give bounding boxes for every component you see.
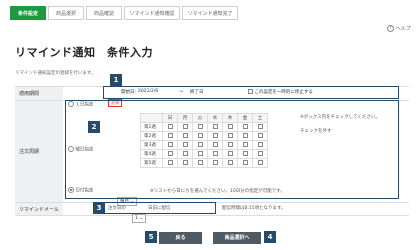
step-tab-product-select: 商品選択 — [48, 6, 84, 20]
order-cycle-label: 注文周期 — [15, 101, 63, 202]
remind-mail-label: リマインドメール — [15, 203, 63, 215]
chevron-down-icon: ⌄ — [139, 216, 144, 221]
step-tab-remind-complete: リマインド通知完了 — [182, 6, 238, 20]
next-button[interactable]: 商品選択へ — [213, 232, 261, 244]
step-tab-condition: 条件設定 — [10, 6, 46, 20]
badge-5: 5 — [145, 231, 157, 243]
badge-2: 2 — [88, 121, 100, 133]
help-link[interactable]: ? ヘルプ — [387, 25, 411, 32]
page-subtitle: リマインド通知設定の登録を行います。 — [15, 71, 96, 76]
remind-note: 配信時間は8:15頃となります。 — [222, 206, 286, 211]
badge-1: 1 — [110, 74, 122, 86]
help-label: ヘルプ — [395, 26, 411, 32]
highlight-box-1 — [103, 86, 399, 99]
back-button[interactable]: 戻る — [159, 232, 202, 244]
badge-4: 4 — [264, 231, 276, 243]
period-label: 適用期間 — [15, 87, 63, 100]
badge-3: 3 — [93, 202, 105, 214]
page-title: リマインド通知 条件入力 — [15, 46, 153, 59]
help-icon: ? — [387, 25, 394, 32]
highlight-box-3 — [104, 202, 216, 214]
step-tab-product-confirm: 商品確認 — [86, 6, 122, 20]
step-tab-remind-confirm: リマインド通知確認 — [124, 6, 180, 20]
highlight-box-2 — [65, 100, 399, 199]
